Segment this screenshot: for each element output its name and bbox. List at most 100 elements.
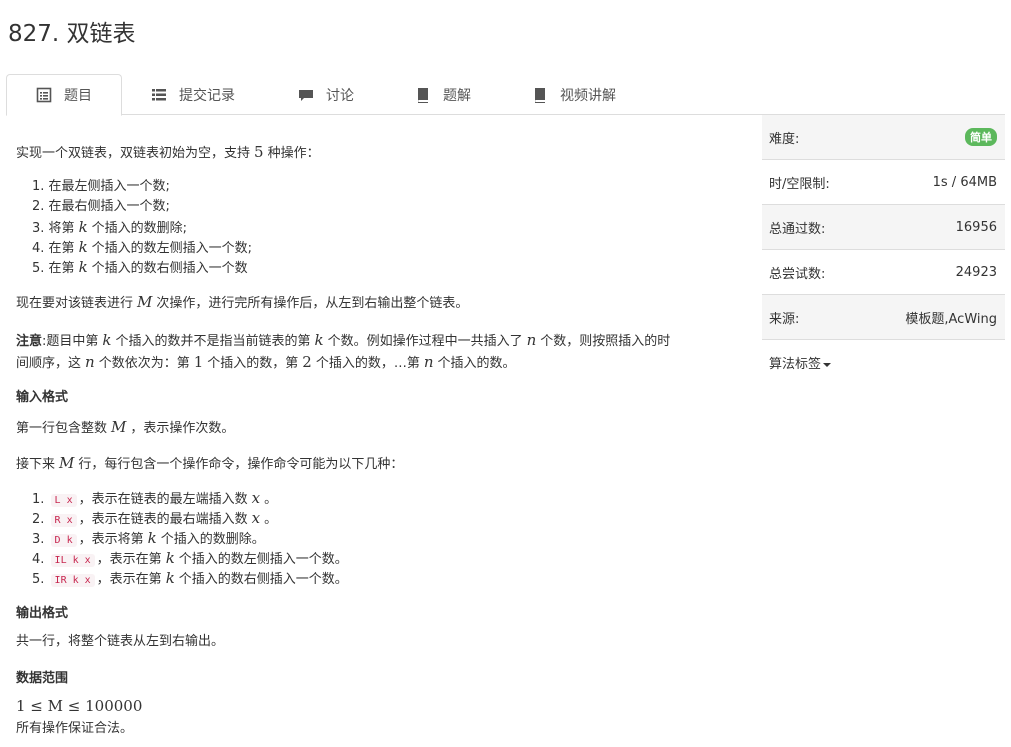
algorithm-tags-dropdown[interactable]: 算法标签	[762, 340, 1005, 385]
text-part: 个数。例如操作过程中一共插入了	[327, 334, 523, 349]
operations-list: 1. 在最左侧插入一个数; 2. 在最右侧插入一个数; 3. 将第 k 个插入的数删…	[32, 177, 252, 277]
limit-value: 1s / 64MB	[932, 174, 997, 190]
math-var: n	[526, 331, 537, 349]
tab-label: 题目	[64, 88, 92, 104]
tab-discussion[interactable]: 讨论	[298, 74, 354, 115]
tab-label: 视频讲解	[560, 87, 616, 104]
math-number: 1	[193, 353, 204, 371]
cmd-text: ，表示在链表的最右端插入数	[78, 512, 248, 527]
cmd-text: ，表示在第	[96, 552, 162, 567]
tags-label: 算法标签	[769, 357, 822, 372]
text-part: 次操作，进行完所有操作后，从左到右输出整个链表。	[156, 296, 469, 311]
tab-submissions[interactable]: 提交记录	[151, 74, 235, 115]
page-title: 827. 双链表	[8, 21, 136, 47]
tried-label: 总尝试数:	[769, 266, 826, 282]
math-var: M	[137, 293, 153, 311]
input-line-2: 接下来 M 行，每行包含一个操作命令，操作命令可能为以下几种：	[16, 453, 403, 475]
math-var: n	[85, 353, 95, 371]
text-part: 接下来	[16, 457, 56, 472]
cmd-text: ，表示在链表的最左端插入数	[78, 492, 248, 507]
note-label: 注意	[16, 334, 43, 349]
math-var: k	[165, 569, 175, 587]
op-text: 将第	[48, 221, 75, 236]
op-text: 在第	[48, 261, 75, 276]
math-var: x	[251, 509, 261, 527]
text-part: 个插入的数，…第	[315, 356, 420, 371]
cmd-text: 个插入的数右侧插入一个数。	[178, 572, 348, 587]
intro-part: 实现一个双链表，双链表初始为空，支持	[16, 146, 251, 161]
text-part: ，表示操作次数。	[130, 421, 235, 436]
output-text: 共一行，将整个链表从左到右输出。	[16, 634, 225, 649]
op-text: 个插入的数删除;	[91, 221, 188, 236]
text-part: 个插入的数，第	[207, 356, 299, 371]
cmd-text: 。	[264, 512, 278, 527]
math-var: M	[59, 454, 75, 472]
text-part: 间顺序，这	[16, 356, 82, 371]
caret-down-icon	[823, 362, 832, 367]
problem-tabs: 题目 提交记录 讨论 题解 视频讲解	[6, 74, 1005, 116]
cmd-text: 。	[264, 492, 278, 507]
math-number: 2	[302, 353, 312, 371]
math-var: k	[165, 549, 175, 567]
book-icon	[532, 87, 548, 103]
list-icon	[151, 87, 167, 103]
text-part: 个数依次为：第	[98, 356, 190, 371]
math-var: x	[251, 489, 261, 507]
math-var: k	[147, 529, 157, 547]
math-number: 5	[254, 143, 264, 161]
tab-video[interactable]: 视频讲解	[532, 74, 616, 115]
tags-toggle[interactable]: 算法标签	[769, 353, 832, 372]
op-text: 在第	[48, 241, 75, 256]
list-item: 3. 将第 k 个插入的数删除;	[32, 218, 188, 236]
difficulty-row: 难度: 简单	[762, 115, 1005, 160]
list-item: 5. IR k x ，表示在第 k 个插入的数右侧插入一个数。	[32, 569, 348, 587]
command-code: IR k x	[50, 574, 95, 587]
text-part: 现在要对该链表进行	[16, 296, 134, 311]
passed-label: 总通过数:	[769, 221, 826, 237]
limit-row: 时/空限制: 1s / 64MB	[762, 160, 1005, 205]
command-code: R x	[50, 514, 77, 527]
commands-list: 1. L x ，表示在链表的最左端插入数 x。 2. R x ，表示在链表的最右端插入…	[32, 488, 348, 588]
book-icon	[415, 87, 431, 103]
tab-problem[interactable]: 题目	[6, 74, 122, 116]
problem-info-sidebar: 难度: 简单 时/空限制: 1s / 64MB 总通过数: 16956 总尝试数…	[762, 115, 1005, 385]
list-item: 5. 在第 k 个插入的数右侧插入一个数	[32, 258, 248, 276]
text-part: 个插入的数。	[437, 356, 516, 371]
list-item: 4. IL k x ，表示在第 k 个插入的数左侧插入一个数。	[32, 549, 348, 567]
note-line-2: 间顺序，这 n 个数依次为：第 1 个插入的数，第 2 个插入的数，…第 n 个插入的数。	[16, 352, 516, 374]
tab-label: 题解	[443, 87, 471, 104]
list-item: 1. 在最左侧插入一个数;	[32, 179, 170, 194]
difficulty-badge: 简单	[965, 128, 997, 146]
cmd-text: 个插入的数删除。	[160, 532, 265, 547]
comment-icon	[298, 87, 314, 103]
math-var: k	[314, 331, 324, 349]
difficulty-label: 难度:	[769, 131, 800, 147]
list-item: 3. D k ，表示将第 k 个插入的数删除。	[32, 529, 265, 547]
cmd-text: ，表示在第	[96, 572, 162, 587]
list-alt-icon	[36, 87, 52, 103]
text-part: 个数，则按照插入的时	[540, 334, 671, 349]
input-line-1: 第一行包含整数 M ，表示操作次数。	[16, 417, 234, 439]
op-text: 个插入的数左侧插入一个数;	[91, 241, 253, 256]
intro-text: 实现一个双链表，双链表初始为空，支持 5 种操作：	[16, 142, 320, 164]
cmd-text: ，表示将第	[78, 532, 144, 547]
op-text: 在最右侧插入一个数;	[48, 199, 170, 214]
math-var: M	[111, 418, 127, 436]
tab-solutions[interactable]: 题解	[415, 74, 471, 115]
source-value: 模板题,AcWing	[905, 311, 997, 327]
tab-label: 讨论	[326, 87, 354, 104]
list-item: 1. L x ，表示在链表的最左端插入数 x。	[32, 489, 278, 507]
op-text: 在最左侧插入一个数;	[48, 179, 170, 194]
list-item: 2. R x ，表示在链表的最右端插入数 x。	[32, 509, 278, 527]
command-code: L x	[50, 494, 77, 507]
limit-label: 时/空限制:	[769, 176, 830, 192]
passed-row: 总通过数: 16956	[762, 205, 1005, 250]
range-note: 所有操作保证合法。	[16, 721, 134, 736]
range-expression: 1 ≤ M ≤ 100000	[16, 697, 143, 715]
math-var: k	[102, 331, 112, 349]
source-label: 来源:	[769, 311, 800, 327]
command-code: IL k x	[50, 554, 95, 567]
note-line-1: 注意:题目中第 k 个插入的数并不是指当前链表的第 k 个数。例如操作过程中一共插入了 n…	[16, 330, 670, 352]
cmd-text: 个插入的数左侧插入一个数。	[178, 552, 348, 567]
math-var: n	[423, 353, 434, 371]
